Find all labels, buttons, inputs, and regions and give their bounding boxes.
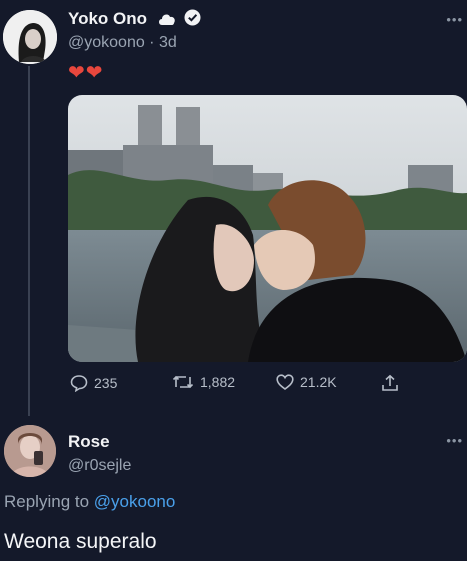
retweet-action[interactable]: 1,882 [172, 374, 235, 390]
more-options-icon[interactable]: ••• [446, 12, 463, 27]
replying-to-label: Replying to [4, 492, 90, 511]
thread-connector-line [28, 66, 30, 416]
like-action[interactable]: 21.2K [276, 374, 337, 390]
reply-count: 235 [94, 375, 118, 391]
cloud-icon [157, 11, 177, 31]
tweet-action-bar: 235 1,882 21.2K [0, 372, 467, 396]
tweet-text-hearts: ❤❤ [68, 62, 104, 84]
tweet-photo[interactable] [68, 95, 467, 362]
reply-icon[interactable] [70, 374, 88, 392]
tweet-author-name[interactable]: Yoko Ono [68, 9, 201, 31]
replying-to-mention-link[interactable]: @yokoono [94, 492, 176, 511]
retweet-icon[interactable] [172, 374, 194, 390]
reply-author-handle: @r0sejle [68, 457, 132, 474]
reply-author-name[interactable]: Rose [68, 432, 110, 452]
photo-scene [68, 95, 467, 362]
reply-more-options-icon[interactable]: ••• [446, 433, 463, 448]
retweet-count: 1,882 [200, 374, 236, 390]
author-avatar[interactable] [3, 10, 57, 64]
reply-author-avatar[interactable] [4, 425, 56, 477]
author-name-text[interactable]: Yoko Ono [68, 9, 147, 28]
share-icon[interactable] [381, 374, 399, 392]
reply-body-text: Weona superalo [4, 530, 157, 553]
tweet-author-handle: @yokoono · 3d [68, 34, 177, 51]
replying-to-line: Replying to @yokoono [4, 492, 175, 512]
reply-action[interactable]: 235 [70, 374, 117, 392]
like-count: 21.2K [300, 374, 337, 390]
heart-outline-icon[interactable] [276, 374, 294, 390]
verified-badge-icon [184, 9, 201, 31]
share-action[interactable] [381, 374, 399, 392]
